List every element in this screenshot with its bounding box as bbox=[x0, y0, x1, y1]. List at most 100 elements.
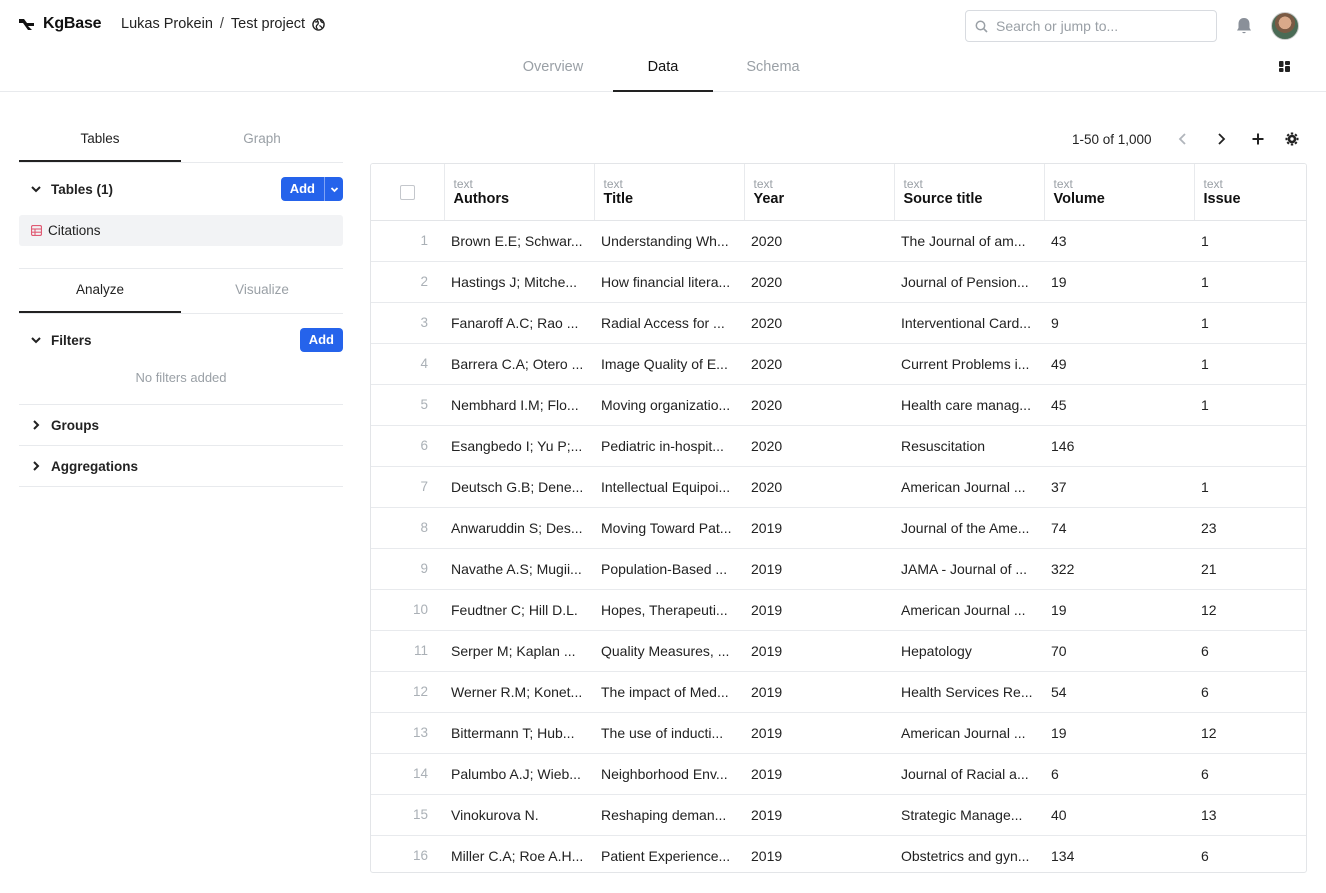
cell-authors[interactable]: Nembhard I.M; Flo... bbox=[444, 384, 594, 426]
cell-issue[interactable]: 1 bbox=[1194, 466, 1306, 508]
cell-title[interactable]: Patient Experience... bbox=[594, 835, 744, 872]
cell-authors[interactable]: Bittermann T; Hub... bbox=[444, 712, 594, 754]
column-header-source-title[interactable]: text Source title bbox=[894, 164, 1045, 221]
cell-volume[interactable]: 74 bbox=[1044, 507, 1194, 549]
column-header-title[interactable]: text Title bbox=[594, 164, 745, 221]
column-header-issue[interactable]: text Issue bbox=[1194, 164, 1306, 221]
tab-graph[interactable]: Graph bbox=[181, 118, 343, 162]
cell-volume[interactable]: 322 bbox=[1044, 548, 1194, 590]
cell-volume[interactable]: 37 bbox=[1044, 466, 1194, 508]
cell-issue[interactable]: 13 bbox=[1194, 794, 1306, 836]
cell-issue[interactable]: 6 bbox=[1194, 671, 1306, 713]
cell-issue[interactable]: 1 bbox=[1194, 384, 1306, 426]
breadcrumb-project[interactable]: Test project bbox=[231, 16, 305, 32]
cell-title[interactable]: Pediatric in-hospit... bbox=[594, 425, 744, 467]
cell-title[interactable]: How financial litera... bbox=[594, 261, 744, 303]
cell-source-title[interactable]: Journal of Pension... bbox=[894, 261, 1044, 303]
cell-volume[interactable]: 40 bbox=[1044, 794, 1194, 836]
cell-title[interactable]: The impact of Med... bbox=[594, 671, 744, 713]
cell-issue[interactable]: 12 bbox=[1194, 712, 1306, 754]
cell-issue[interactable]: 1 bbox=[1194, 220, 1306, 262]
cell-year[interactable]: 2019 bbox=[744, 630, 894, 672]
cell-volume[interactable]: 9 bbox=[1044, 302, 1194, 344]
tab-schema[interactable]: Schema bbox=[733, 52, 813, 92]
cell-title[interactable]: Hopes, Therapeuti... bbox=[594, 589, 744, 631]
add-table-button[interactable]: Add bbox=[280, 177, 324, 201]
cell-title[interactable]: Reshaping deman... bbox=[594, 794, 744, 836]
cell-title[interactable]: Understanding Wh... bbox=[594, 220, 744, 262]
cell-year[interactable]: 2019 bbox=[744, 835, 894, 872]
cell-issue[interactable]: 1 bbox=[1194, 261, 1306, 303]
cell-source-title[interactable]: Resuscitation bbox=[894, 425, 1044, 467]
table-row[interactable]: 1 Brown E.E; Schwar... Understanding Wh...… bbox=[371, 220, 1306, 262]
table-row[interactable]: 9 Navathe A.S; Mugii... Population-Based .… bbox=[371, 548, 1306, 590]
table-row[interactable]: 7 Deutsch G.B; Dene... Intellectual Equipo… bbox=[371, 466, 1306, 508]
cell-title[interactable]: Moving organizatio... bbox=[594, 384, 744, 426]
user-avatar[interactable] bbox=[1271, 12, 1299, 40]
cell-volume[interactable]: 19 bbox=[1044, 261, 1194, 303]
cell-source-title[interactable]: The Journal of am... bbox=[894, 220, 1044, 262]
previous-page-icon[interactable] bbox=[1176, 132, 1190, 146]
groups-section-header[interactable]: Groups bbox=[19, 405, 343, 446]
cell-year[interactable]: 2020 bbox=[744, 343, 894, 385]
cell-source-title[interactable]: JAMA - Journal of ... bbox=[894, 548, 1044, 590]
tab-tables[interactable]: Tables bbox=[19, 118, 181, 162]
cell-issue[interactable] bbox=[1194, 425, 1306, 467]
cell-source-title[interactable]: Obstetrics and gyn... bbox=[894, 835, 1044, 872]
cell-title[interactable]: Moving Toward Pat... bbox=[594, 507, 744, 549]
cell-year[interactable]: 2020 bbox=[744, 425, 894, 467]
cell-title[interactable]: Quality Measures, ... bbox=[594, 630, 744, 672]
search-box[interactable] bbox=[965, 10, 1217, 42]
table-row[interactable]: 10 Feudtner C; Hill D.L. Hopes, Therapeuti… bbox=[371, 589, 1306, 631]
next-page-icon[interactable] bbox=[1214, 132, 1228, 146]
cell-source-title[interactable]: American Journal ... bbox=[894, 466, 1044, 508]
table-row[interactable]: 6 Esangbedo I; Yu P;... Pediatric in-hospi… bbox=[371, 425, 1306, 467]
add-filter-button[interactable]: Add bbox=[299, 328, 343, 352]
cell-authors[interactable]: Miller C.A; Roe A.H... bbox=[444, 835, 594, 872]
cell-title[interactable]: Neighborhood Env... bbox=[594, 753, 744, 795]
cell-title[interactable]: Population-Based ... bbox=[594, 548, 744, 590]
cell-title[interactable]: Radial Access for ... bbox=[594, 302, 744, 344]
cell-source-title[interactable]: Journal of Racial a... bbox=[894, 753, 1044, 795]
cell-year[interactable]: 2019 bbox=[744, 712, 894, 754]
table-row[interactable]: 14 Palumbo A.J; Wieb... Neighborhood Env..… bbox=[371, 753, 1306, 795]
column-header-year[interactable]: text Year bbox=[744, 164, 895, 221]
table-row[interactable]: 15 Vinokurova N. Reshaping deman... 2019 Str… bbox=[371, 794, 1306, 836]
cell-source-title[interactable]: Health Services Re... bbox=[894, 671, 1044, 713]
column-header-authors[interactable]: text Authors bbox=[444, 164, 595, 221]
cell-authors[interactable]: Brown E.E; Schwar... bbox=[444, 220, 594, 262]
select-all-checkbox[interactable] bbox=[399, 185, 415, 201]
cell-authors[interactable]: Fanaroff A.C; Rao ... bbox=[444, 302, 594, 344]
table-row[interactable]: 16 Miller C.A; Roe A.H... Patient Experien… bbox=[371, 835, 1306, 872]
cell-volume[interactable]: 49 bbox=[1044, 343, 1194, 385]
cell-year[interactable]: 2019 bbox=[744, 589, 894, 631]
cell-authors[interactable]: Anwaruddin S; Des... bbox=[444, 507, 594, 549]
cell-authors[interactable]: Esangbedo I; Yu P;... bbox=[444, 425, 594, 467]
cell-issue[interactable]: 23 bbox=[1194, 507, 1306, 549]
cell-volume[interactable]: 45 bbox=[1044, 384, 1194, 426]
cell-authors[interactable]: Navathe A.S; Mugii... bbox=[444, 548, 594, 590]
cell-year[interactable]: 2020 bbox=[744, 261, 894, 303]
cell-source-title[interactable]: American Journal ... bbox=[894, 712, 1044, 754]
cell-issue[interactable]: 12 bbox=[1194, 589, 1306, 631]
cell-volume[interactable]: 54 bbox=[1044, 671, 1194, 713]
cell-source-title[interactable]: Journal of the Ame... bbox=[894, 507, 1044, 549]
cell-year[interactable]: 2020 bbox=[744, 466, 894, 508]
cell-volume[interactable]: 19 bbox=[1044, 712, 1194, 754]
table-item-citations[interactable]: Citations bbox=[19, 215, 343, 246]
cell-source-title[interactable]: Health care manag... bbox=[894, 384, 1044, 426]
cell-volume[interactable]: 134 bbox=[1044, 835, 1194, 872]
cell-volume[interactable]: 19 bbox=[1044, 589, 1194, 631]
cell-year[interactable]: 2019 bbox=[744, 753, 894, 795]
cell-issue[interactable]: 6 bbox=[1194, 753, 1306, 795]
table-row[interactable]: 12 Werner R.M; Konet... The impact of Med.… bbox=[371, 671, 1306, 713]
cell-title[interactable]: Image Quality of E... bbox=[594, 343, 744, 385]
breadcrumb-owner[interactable]: Lukas Prokein bbox=[121, 16, 213, 32]
cell-source-title[interactable]: American Journal ... bbox=[894, 589, 1044, 631]
table-row[interactable]: 3 Fanaroff A.C; Rao ... Radial Access for … bbox=[371, 302, 1306, 344]
cell-authors[interactable]: Hastings J; Mitche... bbox=[444, 261, 594, 303]
tab-visualize[interactable]: Visualize bbox=[181, 269, 343, 313]
cell-authors[interactable]: Deutsch G.B; Dene... bbox=[444, 466, 594, 508]
cell-year[interactable]: 2019 bbox=[744, 794, 894, 836]
cell-year[interactable]: 2019 bbox=[744, 507, 894, 549]
